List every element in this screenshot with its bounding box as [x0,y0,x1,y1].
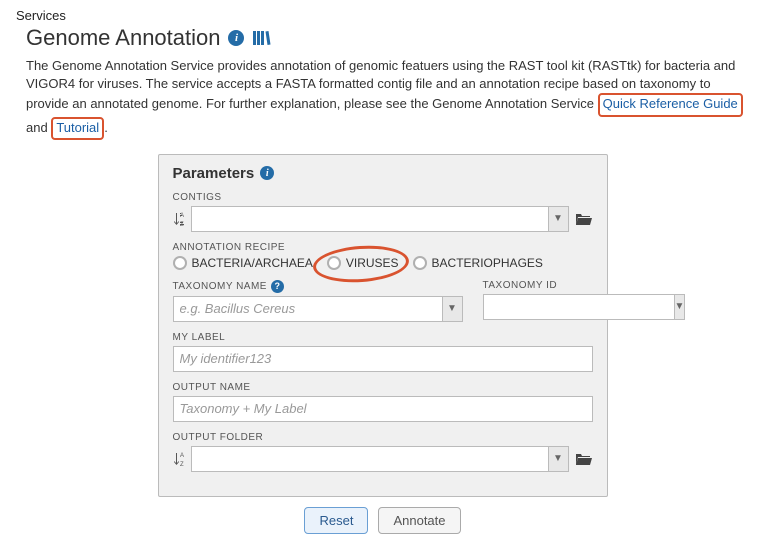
radio-bacteria[interactable]: BACTERIA/ARCHAEA [173,256,313,270]
output-name-input[interactable] [173,396,593,422]
radio-label: VIRUSES [346,256,399,270]
description-mid: and [26,120,51,135]
radio-icon [413,256,427,270]
recipe-label: ANNOTATION RECIPE [173,242,593,253]
dropdown-icon[interactable]: ▼ [549,446,569,472]
dropdown-icon[interactable]: ▼ [443,296,463,322]
radio-label: BACTERIA/ARCHAEA [192,256,313,270]
radio-icon [173,256,187,270]
outfolder-label: OUTPUT FOLDER [173,432,593,443]
info-icon[interactable]: i [260,166,274,180]
help-icon[interactable]: ? [271,280,284,293]
taxon-id-label: TAXONOMY ID [483,280,593,291]
library-icon[interactable] [252,30,272,46]
my-label-input[interactable] [173,346,593,372]
radio-icon [327,256,341,270]
outname-label: OUTPUT NAME [173,382,593,393]
svg-text:A: A [180,453,184,459]
contigs-label: CONTIGS [173,192,593,203]
mylabel-label: MY LABEL [173,332,593,343]
svg-text:A: A [180,213,184,219]
taxonomy-id-input[interactable] [483,294,675,320]
dropdown-icon[interactable]: ▼ [675,294,686,320]
output-folder-input[interactable] [191,446,549,472]
annotate-button[interactable]: Annotate [378,507,460,534]
dropdown-icon[interactable]: ▼ [549,206,569,232]
folder-open-icon[interactable] [575,452,593,466]
svg-text:Z: Z [180,222,184,227]
page-title: Genome Annotation [26,25,220,51]
description: The Genome Annotation Service provides a… [16,57,749,140]
panel-title: Parameters [173,165,255,182]
radio-phages[interactable]: BACTERIOPHAGES [413,256,543,270]
parameters-panel: Parameters i CONTIGS AZ ▼ ANNOTATION REC… [158,154,608,497]
tutorial-link[interactable]: Tutorial [56,120,99,135]
taxon-name-label: TAXONOMY NAME [173,281,267,292]
sort-icon[interactable]: AZ [173,211,185,227]
description-end: . [104,120,108,135]
breadcrumb: Services [16,8,749,23]
radio-viruses[interactable]: VIRUSES [327,256,399,270]
taxonomy-name-input[interactable] [173,296,443,322]
reset-button[interactable]: Reset [304,507,368,534]
sort-icon[interactable]: AZ [173,451,185,467]
svg-text:Z: Z [180,462,184,467]
radio-label: BACTERIOPHAGES [432,256,543,270]
quick-ref-link[interactable]: Quick Reference Guide [603,96,738,111]
info-icon[interactable]: i [228,30,244,46]
folder-open-icon[interactable] [575,212,593,226]
contigs-input[interactable] [191,206,549,232]
